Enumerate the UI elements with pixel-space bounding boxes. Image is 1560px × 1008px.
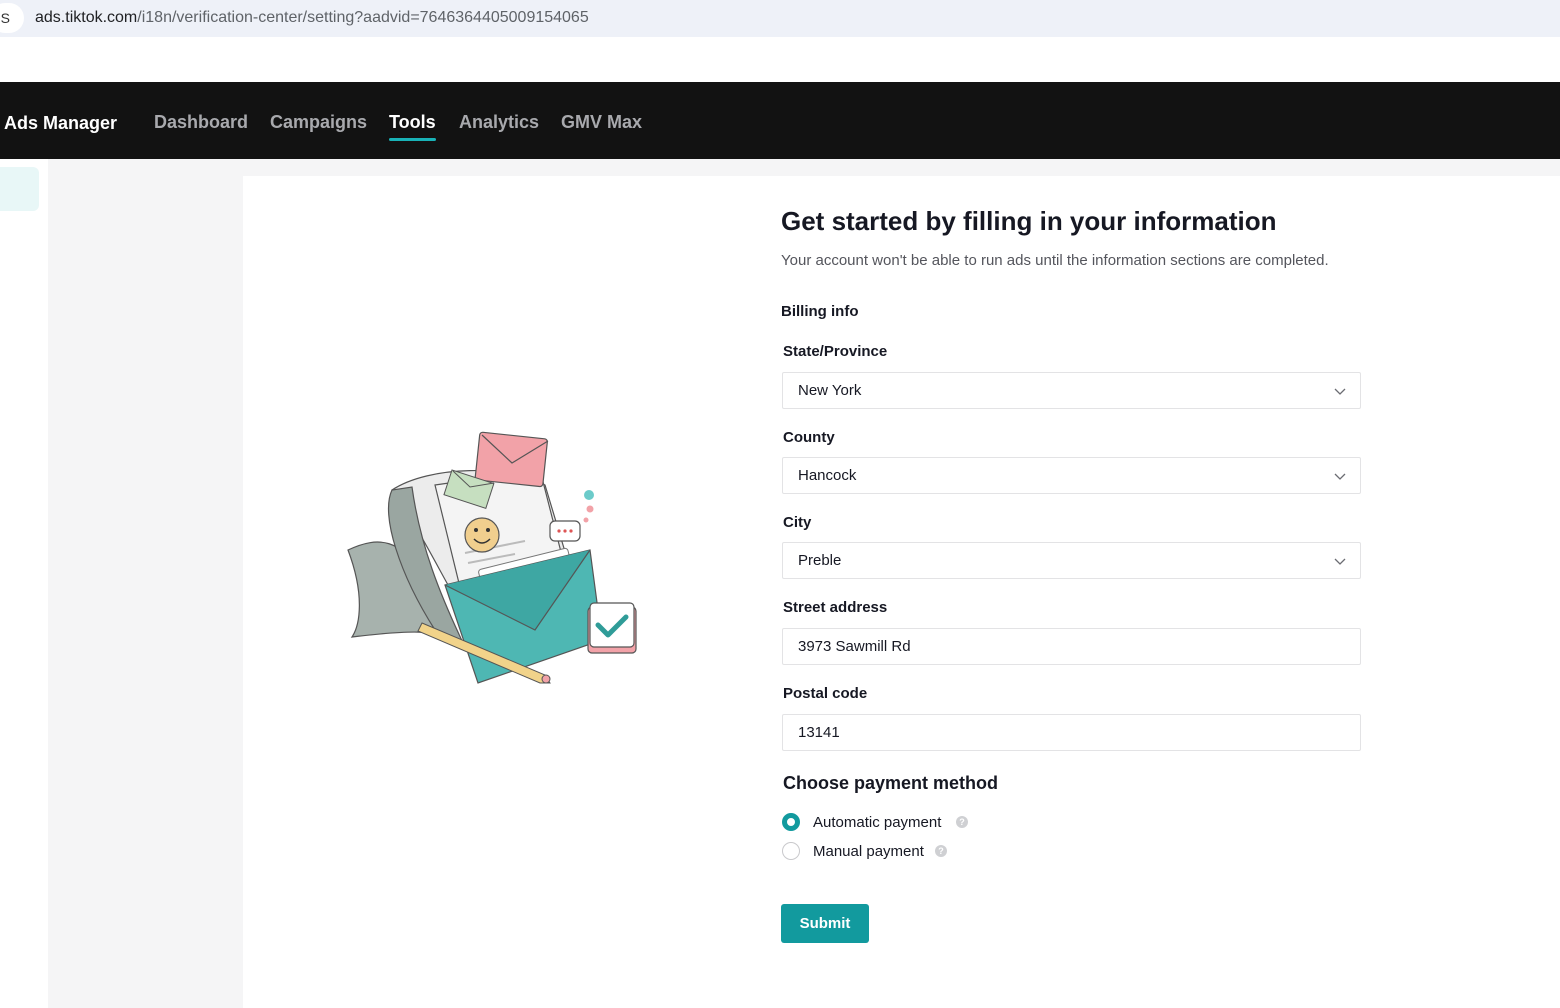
automatic-payment-label: Automatic payment [813, 814, 942, 831]
payment-option-automatic[interactable]: Automatic payment ? [782, 812, 982, 834]
browser-address-bar: S ads.tiktok.com/i18n/verification-cente… [0, 0, 1560, 37]
city-value: Preble [798, 552, 842, 569]
nav-gmv-max-label: GMV Max [561, 112, 643, 132]
submit-button[interactable]: Submit [781, 904, 869, 943]
nav-gmv-max[interactable]: GMV Max [561, 112, 642, 133]
nav-analytics-label: Analytics [459, 112, 540, 132]
payment-option-manual[interactable]: Manual payment ? [782, 841, 962, 863]
help-icon[interactable]: ? [935, 845, 947, 857]
postal-label: Postal code [783, 685, 868, 702]
county-select[interactable]: Hancock [782, 457, 1361, 494]
street-label: Street address [783, 599, 888, 616]
url-path: /i18n/verification-center/setting?aadvid… [137, 9, 589, 26]
state-value: New York [798, 382, 862, 399]
nav-tools[interactable]: Tools [389, 112, 436, 141]
state-select[interactable]: New York [782, 372, 1361, 409]
street-address-input[interactable]: 3973 Sawmill Rd [782, 628, 1361, 665]
city-select[interactable]: Preble [782, 542, 1361, 579]
nav-campaigns[interactable]: Campaigns [270, 112, 367, 133]
chevron-down-icon [1334, 473, 1346, 480]
payment-method-heading: Choose payment method [783, 773, 999, 793]
page-title: Get started by filling in your informati… [781, 206, 1277, 236]
top-navigation: Ads Manager Dashboard Campaigns Tools An… [0, 82, 1560, 159]
postal-code-input[interactable]: 13141 [782, 714, 1361, 751]
nav-analytics[interactable]: Analytics [459, 112, 539, 133]
envelope-document-illustration: @ • • • • • [347, 431, 637, 684]
site-info-icon[interactable]: S [0, 3, 24, 33]
page-subtitle: Your account won't be able to run ads un… [781, 252, 1329, 269]
nav-dashboard-label: Dashboard [154, 112, 249, 132]
left-sidebar [0, 159, 48, 1008]
verification-illustration: @ • • • • • [340, 425, 650, 695]
chevron-down-icon [1334, 558, 1346, 565]
toolbar-spacer [0, 37, 1560, 82]
url-host: ads.tiktok.com [35, 9, 138, 26]
help-icon[interactable]: ? [956, 816, 968, 828]
street-value: 3973 Sawmill Rd [798, 638, 911, 655]
postal-value: 13141 [798, 724, 840, 741]
nav-campaigns-label: Campaigns [270, 112, 368, 132]
url-field[interactable]: ads.tiktok.com/i18n/verification-center/… [35, 9, 589, 27]
nav-dashboard[interactable]: Dashboard [154, 112, 248, 133]
state-label: State/Province [783, 343, 888, 360]
city-label: City [783, 514, 812, 531]
chevron-down-icon [1334, 388, 1346, 395]
county-value: Hancock [798, 467, 857, 484]
county-label: County [783, 429, 835, 446]
sidebar-active-item[interactable] [0, 167, 39, 211]
brand-title[interactable]: Ads Manager [4, 113, 117, 134]
active-tab-indicator [389, 138, 436, 141]
manual-payment-radio[interactable] [782, 842, 800, 860]
nav-tools-label: Tools [389, 112, 436, 132]
billing-info-heading: Billing info [781, 303, 859, 320]
manual-payment-label: Manual payment [813, 843, 924, 860]
automatic-payment-radio[interactable] [782, 813, 800, 831]
